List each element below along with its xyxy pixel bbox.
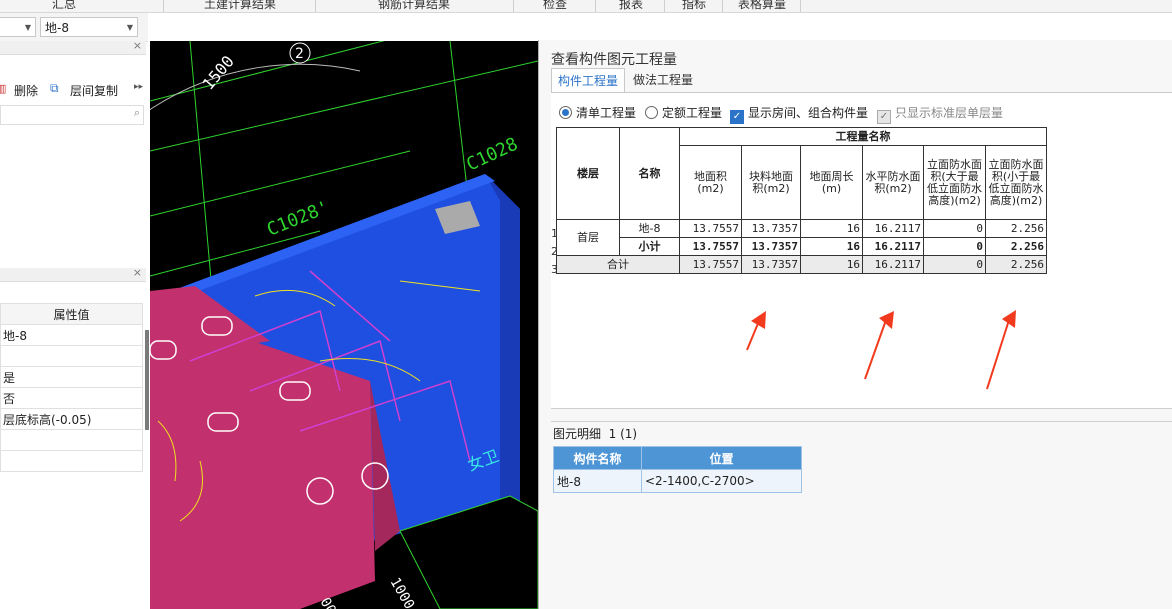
- 3d-viewport[interactable]: 2 C1028 C1028' 1500 女卫 1000: [150, 41, 538, 609]
- tab-table-qty[interactable]: 表格算量: [738, 0, 786, 12]
- property-value[interactable]: 地-8: [0, 324, 143, 346]
- copy-icon: ⧉: [50, 81, 59, 95]
- panel-splitter[interactable]: [145, 330, 149, 430]
- delete-icon: ▥: [0, 82, 7, 95]
- divider: [551, 421, 1172, 422]
- door-label: C1028': [264, 197, 332, 241]
- quantity-content: 清单工程量 定额工程量 ✓ 显示房间、组合构件量 ✓ 只显示标准层单层量 1 2 3…: [551, 92, 1172, 409]
- chevron-down-icon: ▼: [126, 23, 133, 32]
- tab-civil-results[interactable]: 土建计算结果: [204, 0, 276, 12]
- element-count: 1 (1): [608, 427, 638, 441]
- axis-label: 2: [295, 46, 304, 62]
- delete-button[interactable]: 删除: [14, 82, 38, 99]
- component-toolbar: ▥ 删除 ⧉ 层间复制 ▸▸: [0, 79, 148, 101]
- more-icon[interactable]: ▸▸: [134, 82, 143, 92]
- tab-summary[interactable]: 汇总: [52, 0, 76, 12]
- dimension-label: 1000: [387, 575, 418, 609]
- door-label: C1028: [463, 134, 521, 176]
- component-select-value: 地-8: [45, 21, 69, 35]
- property-value[interactable]: [0, 450, 143, 472]
- close-icon[interactable]: ×: [133, 39, 142, 52]
- divider: [551, 408, 1172, 409]
- tab-index[interactable]: 指标: [682, 0, 706, 12]
- tab-component-quantity[interactable]: 构件工程量: [551, 68, 626, 94]
- properties-table: 属性值 地-8 是 否 层底标高(-0.05): [0, 303, 143, 472]
- top-menu-bar: 汇总 土建计算结果 钢筋计算结果 检查 报表 指标 表格算量: [0, 0, 1172, 13]
- tab-report[interactable]: 报表: [619, 0, 643, 12]
- component-list-header: ×: [0, 39, 146, 55]
- search-icon: ⌕: [133, 106, 140, 119]
- properties-header: ×: [0, 266, 146, 282]
- close-icon[interactable]: ×: [133, 266, 142, 279]
- property-value[interactable]: 否: [0, 387, 143, 409]
- column-header: 位置: [641, 446, 802, 470]
- element-detail-table: 构件名称 位置 地-8 <2-1400,C-2700>: [553, 446, 802, 493]
- position-cell: <2-1400,C-2700>: [641, 469, 802, 493]
- category-select[interactable]: ▼: [0, 17, 36, 37]
- selector-bar: ▼ 地-8 ▼: [0, 13, 148, 42]
- property-value[interactable]: [0, 345, 143, 367]
- tab-check[interactable]: 检查: [543, 0, 567, 12]
- component-search-input[interactable]: ⌕: [0, 105, 144, 125]
- table-row[interactable]: 地-8 <2-1400,C-2700>: [553, 469, 802, 493]
- quantity-dialog: 查看构件图元工程量 构件工程量 做法工程量 清单工程量 定额工程量 ✓ 显示房间、…: [538, 40, 1172, 609]
- component-select[interactable]: 地-8 ▼: [40, 17, 138, 37]
- tab-rebar-results[interactable]: 钢筋计算结果: [378, 0, 450, 12]
- property-value[interactable]: 是: [0, 366, 143, 388]
- dialog-title: 查看构件图元工程量: [551, 52, 677, 68]
- floor-copy-button[interactable]: 层间复制: [70, 82, 118, 99]
- property-value-header: 属性值: [0, 303, 143, 325]
- annotation-arrows: [746, 310, 1016, 390]
- property-value[interactable]: 层底标高(-0.05): [0, 408, 143, 430]
- component-name-cell: 地-8: [553, 469, 642, 493]
- column-header: 构件名称: [553, 446, 642, 470]
- element-detail-label: 图元明细 1 (1): [553, 427, 638, 441]
- chevron-down-icon: ▼: [24, 23, 31, 32]
- property-value[interactable]: [0, 429, 143, 451]
- tab-method-quantity[interactable]: 做法工程量: [627, 68, 699, 92]
